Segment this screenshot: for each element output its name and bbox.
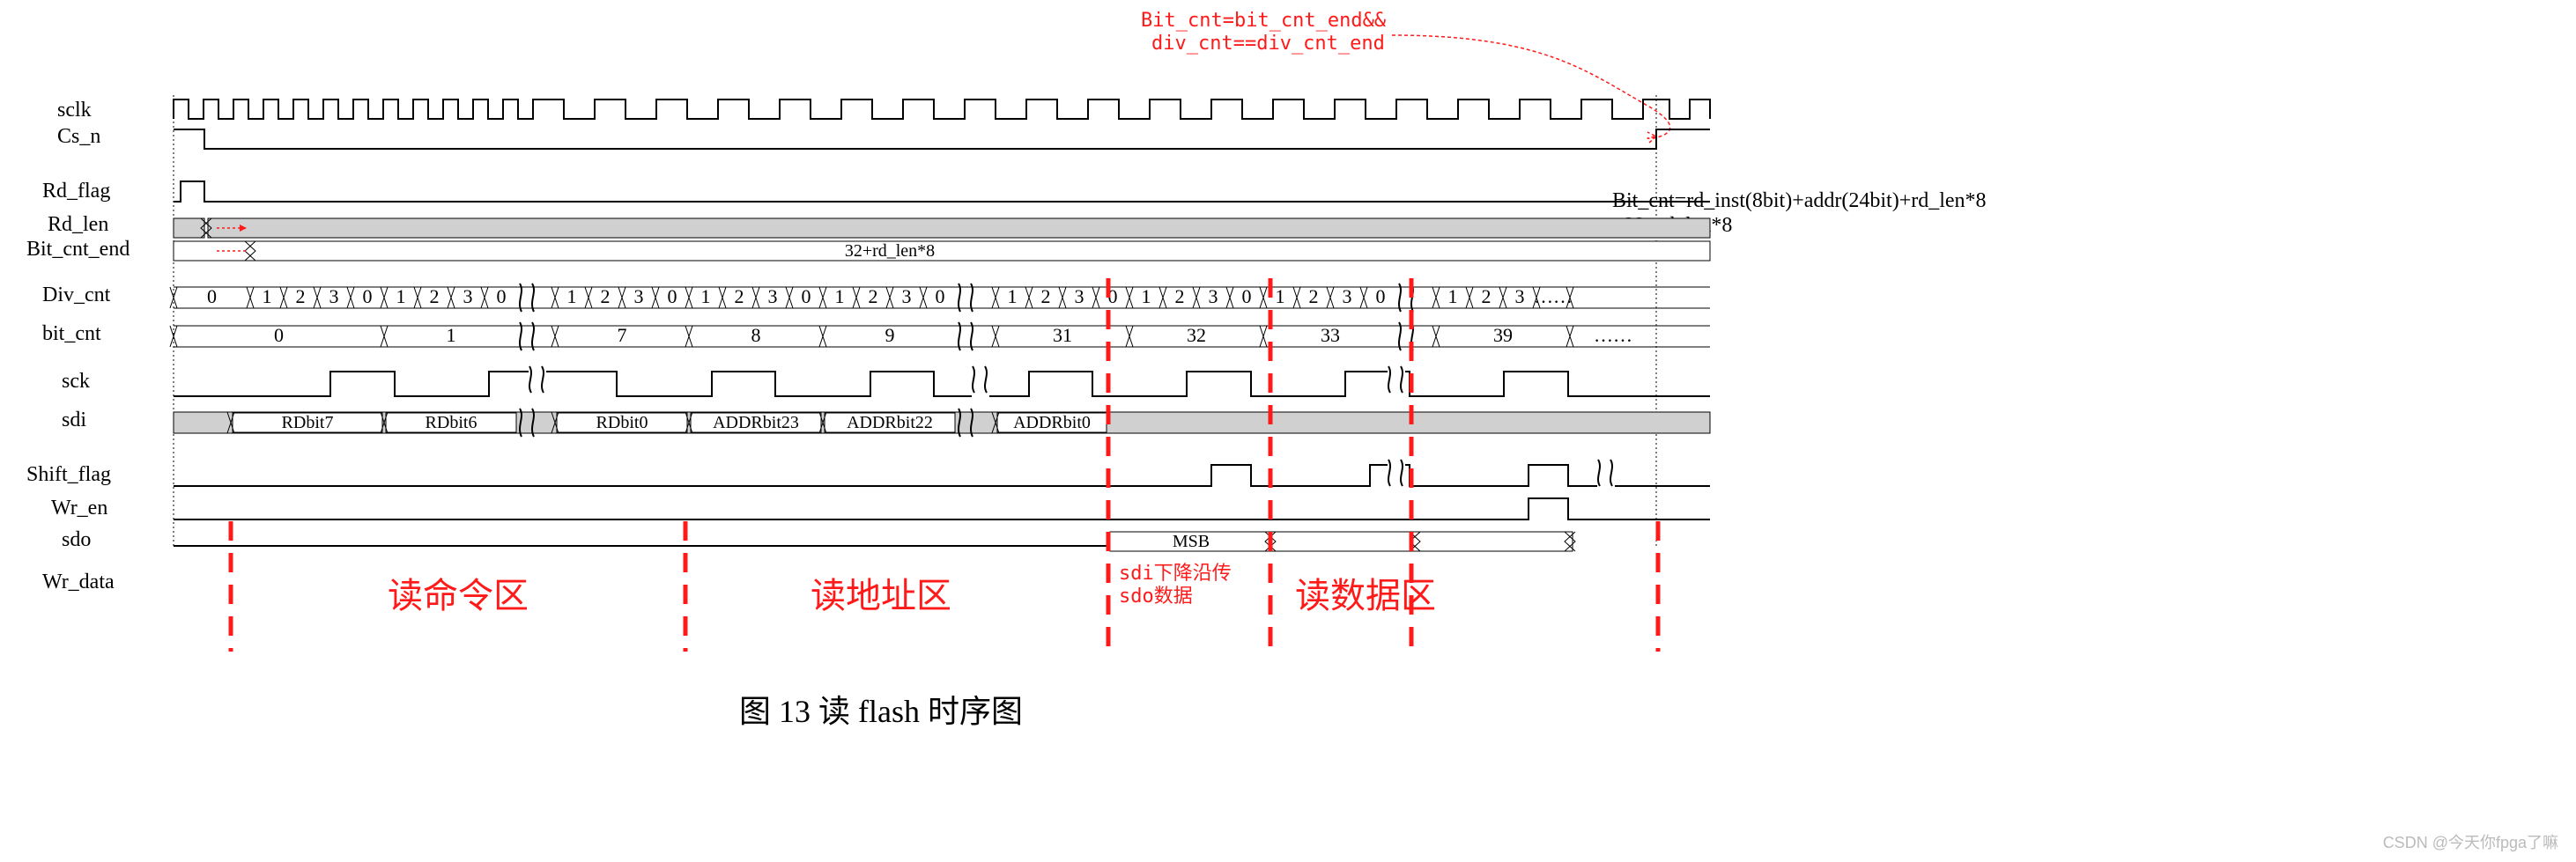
div-cnt-val: 2	[1309, 285, 1319, 307]
row-rd-len	[174, 218, 1710, 238]
region-data: 读数据区	[1295, 576, 1436, 615]
div-cnt-val: 0	[1376, 285, 1386, 307]
annot-end-cond-2: div_cnt==div_cnt_end	[1151, 33, 1385, 55]
bit-cnt-val: 7	[618, 324, 627, 346]
div-cnt-val: 3	[902, 285, 912, 307]
annot-arrow-curve	[1392, 35, 1670, 143]
div-cnt-val: 0	[207, 285, 217, 307]
sdi-val: ADDRbit22	[847, 413, 933, 432]
row-sdo: MSB	[174, 532, 1575, 551]
row-div-cnt: 012301230123012301230123012301230123……	[170, 284, 1710, 312]
label-bit-cnt-end: Bit_cnt_end	[26, 238, 130, 261]
div-cnt-val: 3	[634, 285, 644, 307]
bit-cnt-val: 8	[751, 324, 761, 346]
div-cnt-val: 2	[296, 285, 306, 307]
bit-cnt-val: 31	[1053, 324, 1072, 346]
div-cnt-val: 1	[1276, 285, 1285, 307]
row-sclk	[174, 99, 1710, 119]
bit-cnt-val: 33	[1321, 324, 1340, 346]
label-bit-cnt: bit_cnt	[42, 322, 101, 345]
div-cnt-val: 3	[1343, 285, 1352, 307]
div-cnt-val: 1	[835, 285, 845, 307]
label-wr-en: Wr_en	[51, 497, 107, 519]
figure-caption: 图 13 读 flash 时序图	[739, 694, 1023, 729]
div-cnt-val: 2	[1175, 285, 1185, 307]
div-cnt-val: 1	[567, 285, 577, 307]
sdi-val: ADDRbit0	[1013, 413, 1091, 432]
div-cnt-val: 2	[601, 285, 611, 307]
sdi-val: RDbit7	[282, 413, 334, 432]
div-cnt-val: 3	[1209, 285, 1218, 307]
div-cnt-val: 1	[263, 285, 272, 307]
label-sdi: sdi	[62, 409, 86, 431]
sdi-note-1: sdi下降沿传	[1119, 563, 1232, 585]
div-cnt-val: 0	[802, 285, 811, 307]
div-cnt-val: 3	[1075, 285, 1084, 307]
sdi-val: RDbit6	[426, 413, 477, 432]
div-cnt-val: 0	[1242, 285, 1252, 307]
div-cnt-val: 3	[768, 285, 778, 307]
div-cnt-val: 0	[497, 285, 507, 307]
annot-end-cond-1: Bit_cnt=bit_cnt_end&&	[1141, 10, 1387, 32]
div-cnt-val: 3	[1515, 285, 1525, 307]
div-cnt-val: 2	[869, 285, 878, 307]
region-addr: 读地址区	[811, 576, 951, 615]
label-div-cnt: Div_cnt	[42, 284, 111, 306]
div-cnt-val: 1	[1142, 285, 1151, 307]
bit-cnt-end-val: 32+rd_len*8	[845, 241, 935, 261]
row-bit-cnt-end: 32+rd_len*8	[174, 241, 1710, 261]
region-cmd: 读命令区	[388, 576, 529, 615]
row-sdi: RDbit7 RDbit6 RDbit0 ADDRbit23 ADDRbit22 ADDR…	[174, 409, 1710, 437]
div-cnt-val: 1	[396, 285, 406, 307]
timing-diagram: sclk Cs_n Rd_flag Rd_len Bit_cnt_end Div…	[0, 0, 2576, 862]
sdi-val: RDbit0	[596, 413, 648, 432]
bit-cnt-val: 32	[1187, 324, 1206, 346]
div-cnt-val: 1	[1008, 285, 1018, 307]
row-sck	[174, 366, 1710, 396]
label-rd-flag: Rd_flag	[42, 180, 110, 203]
bit-cnt-val: ……	[1594, 324, 1632, 346]
row-bit-cnt: 0 1 7 8 9 31 32 33 39 ……	[170, 322, 1710, 350]
sdi-val: ADDRbit23	[713, 413, 799, 432]
div-cnt-val: 2	[1041, 285, 1051, 307]
bit-cnt-val: 39	[1493, 324, 1513, 346]
label-sck: sck	[62, 370, 90, 393]
label-sclk: sclk	[57, 99, 92, 122]
div-cnt-val: 1	[701, 285, 711, 307]
label-cs-n: Cs_n	[57, 125, 100, 148]
label-rd-len: Rd_len	[48, 213, 108, 236]
div-cnt-val: 2	[430, 285, 440, 307]
row-wr-en	[174, 498, 1710, 519]
row-cs-n	[174, 129, 1710, 149]
div-cnt-val: 2	[735, 285, 744, 307]
row-rd-flag	[174, 181, 1710, 202]
bit-cnt-val: 0	[274, 324, 284, 346]
div-cnt-val: 3	[463, 285, 473, 307]
div-cnt-val: 1	[1448, 285, 1458, 307]
div-cnt-val: 0	[668, 285, 677, 307]
div-cnt-val: 0	[363, 285, 373, 307]
sdi-note-2: sdo数据	[1119, 586, 1193, 608]
div-cnt-val: 3	[329, 285, 339, 307]
sdo-msb: MSB	[1173, 532, 1210, 551]
div-cnt-val: 0	[936, 285, 945, 307]
bit-cnt-val: 1	[447, 324, 456, 346]
watermark: CSDN @今天你fpga了嘛	[2383, 830, 2558, 853]
bit-cnt-val: 9	[885, 324, 895, 346]
row-shift-flag	[174, 460, 1710, 486]
label-sdo: sdo	[62, 528, 91, 551]
label-wr-data: Wr_data	[42, 571, 115, 593]
label-shift-flag: Shift_flag	[26, 463, 111, 486]
div-cnt-val: 2	[1482, 285, 1492, 307]
